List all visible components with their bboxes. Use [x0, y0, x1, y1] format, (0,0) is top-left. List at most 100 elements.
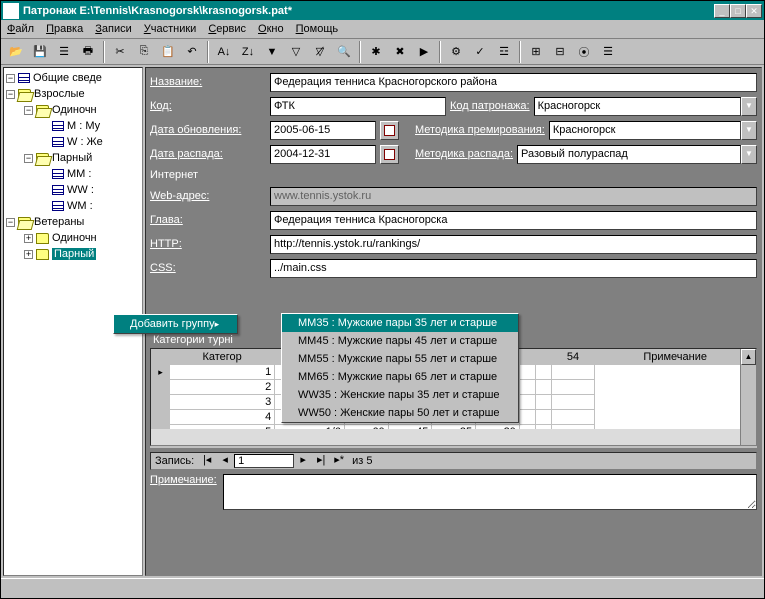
tree-item[interactable]: MM :: [67, 168, 91, 180]
ctx-item[interactable]: WW35 : Женские пары 35 лет и старше: [282, 386, 518, 404]
nav-new-icon[interactable]: ▸*: [330, 453, 348, 469]
remark-textarea[interactable]: [223, 474, 757, 510]
tree-item[interactable]: Парный: [52, 152, 92, 164]
nav-first-icon[interactable]: |◂: [198, 453, 216, 469]
nav-prev-icon[interactable]: ◂: [216, 453, 234, 469]
ctx-item[interactable]: MM55 : Мужские пары 55 лет и старше: [282, 350, 518, 368]
dropdown-icon[interactable]: ▼: [741, 121, 757, 140]
horizontal-scrollbar[interactable]: [151, 429, 740, 445]
undo-icon[interactable]: ↶: [181, 41, 203, 63]
collapse-icon[interactable]: −: [6, 218, 15, 227]
filter-sel-icon[interactable]: ▼: [261, 41, 283, 63]
open-icon[interactable]: 📂: [5, 41, 27, 63]
patron-select[interactable]: [534, 97, 741, 116]
grid-icon: [52, 121, 64, 131]
paste-icon[interactable]: 📋: [157, 41, 179, 63]
goto-icon[interactable]: ▶: [413, 41, 435, 63]
filter-icon[interactable]: ▽: [285, 41, 307, 63]
record-navigator[interactable]: Запись: |◂ ◂ ▸ ▸| ▸* из 5: [150, 452, 757, 470]
update-date-input[interactable]: [270, 121, 376, 140]
calendar-icon[interactable]: [380, 121, 399, 140]
copy-icon[interactable]: ⎘: [133, 41, 155, 63]
tool-icon[interactable]: ✓: [469, 41, 491, 63]
tree-item[interactable]: Одиночн: [52, 232, 97, 244]
ctx-item[interactable]: MM45 : Мужские пары 45 лет и старше: [282, 332, 518, 350]
expand-icon[interactable]: +: [24, 250, 33, 259]
close-button[interactable]: ✕: [746, 4, 762, 18]
tool-icon[interactable]: ⦿: [573, 41, 595, 63]
nav-position-input[interactable]: [234, 454, 294, 468]
ctx-item[interactable]: MM65 : Мужские пары 65 лет и старше: [282, 368, 518, 386]
delete-record-icon[interactable]: ✖: [389, 41, 411, 63]
tree-item[interactable]: M : Му: [67, 120, 100, 132]
nav-last-icon[interactable]: ▸|: [312, 453, 330, 469]
new-record-icon[interactable]: ✱: [365, 41, 387, 63]
maximize-button[interactable]: □: [730, 4, 746, 18]
code-input[interactable]: [270, 97, 446, 116]
calendar-icon[interactable]: [380, 145, 399, 164]
menu-service[interactable]: Сервис: [208, 23, 246, 35]
tree-item[interactable]: Общие сведе: [33, 72, 102, 84]
context-submenu[interactable]: MM35 : Мужские пары 35 лет и старше MM45…: [281, 313, 519, 423]
tool-icon[interactable]: ⚙: [445, 41, 467, 63]
tool-icon[interactable]: ⊞: [525, 41, 547, 63]
print-icon[interactable]: 🖶: [77, 41, 99, 63]
titlebar[interactable]: Патронаж E:\Tennis\Krasnogorsk\krasnogor…: [1, 1, 764, 20]
label-head: Глава:: [150, 214, 266, 226]
nav-of: из 5: [348, 455, 376, 467]
minimize-button[interactable]: _: [714, 4, 730, 18]
context-menu[interactable]: Добавить группу▸ MM35 : Мужские пары 35 …: [113, 314, 238, 334]
find-icon[interactable]: 🔍: [333, 41, 355, 63]
expand-icon[interactable]: +: [24, 234, 33, 243]
label-bonus: Методика премирования:: [415, 124, 545, 136]
tree-item[interactable]: Одиночн: [52, 104, 97, 116]
dropdown-icon[interactable]: ▼: [741, 145, 757, 164]
tool-icon[interactable]: ☰: [53, 41, 75, 63]
cut-icon[interactable]: ✂: [109, 41, 131, 63]
css-input[interactable]: [270, 259, 757, 278]
collapse-icon[interactable]: −: [24, 106, 33, 115]
folder-icon: [36, 249, 49, 260]
sort-desc-icon[interactable]: Z↓: [237, 41, 259, 63]
tree-item-selected[interactable]: Парный: [52, 248, 96, 260]
tool-icon[interactable]: ☲: [493, 41, 515, 63]
menu-help[interactable]: Помощь: [296, 23, 339, 35]
menu-participants[interactable]: Участники: [144, 23, 197, 35]
tool-icon[interactable]: ⊟: [549, 41, 571, 63]
menu-file[interactable]: Файл: [7, 23, 34, 35]
decay-date-input[interactable]: [270, 145, 376, 164]
menu-records[interactable]: Записи: [95, 23, 132, 35]
ctx-add-group[interactable]: Добавить группу▸: [114, 315, 237, 333]
collapse-icon[interactable]: −: [6, 90, 15, 99]
tool-icon[interactable]: ☰: [597, 41, 619, 63]
tree-item[interactable]: W : Же: [67, 136, 103, 148]
label-name: Название:: [150, 76, 266, 88]
sort-asc-icon[interactable]: A↓: [213, 41, 235, 63]
head-input[interactable]: [270, 211, 757, 230]
menu-edit[interactable]: Правка: [46, 23, 83, 35]
http-input[interactable]: [270, 235, 757, 254]
grid-icon: [52, 185, 64, 195]
ctx-item[interactable]: MM35 : Мужские пары 35 лет и старше: [282, 314, 518, 332]
label-code: Код:: [150, 100, 266, 112]
save-icon[interactable]: 💾: [29, 41, 51, 63]
dropdown-icon[interactable]: ▼: [741, 97, 757, 116]
nav-next-icon[interactable]: ▸: [294, 453, 312, 469]
label-decay: Дата распада:: [150, 148, 266, 160]
menu-window[interactable]: Окно: [258, 23, 284, 35]
collapse-icon[interactable]: −: [24, 154, 33, 163]
collapse-icon[interactable]: −: [6, 74, 15, 83]
tree-item[interactable]: Ветераны: [34, 216, 84, 228]
web-input[interactable]: [270, 187, 757, 206]
separator: [519, 41, 521, 63]
tree-item[interactable]: Взрослые: [34, 88, 85, 100]
ctx-item[interactable]: WW50 : Женские пары 50 лет и старше: [282, 404, 518, 422]
decay-method-select[interactable]: [517, 145, 741, 164]
bonus-select[interactable]: [549, 121, 741, 140]
vertical-scrollbar[interactable]: ▲: [740, 349, 756, 445]
filter-off-icon[interactable]: ▽̸: [309, 41, 331, 63]
tree-item[interactable]: WM :: [67, 200, 93, 212]
label-http: HTTP:: [150, 238, 266, 250]
name-input[interactable]: [270, 73, 757, 92]
tree-item[interactable]: WW :: [67, 184, 94, 196]
